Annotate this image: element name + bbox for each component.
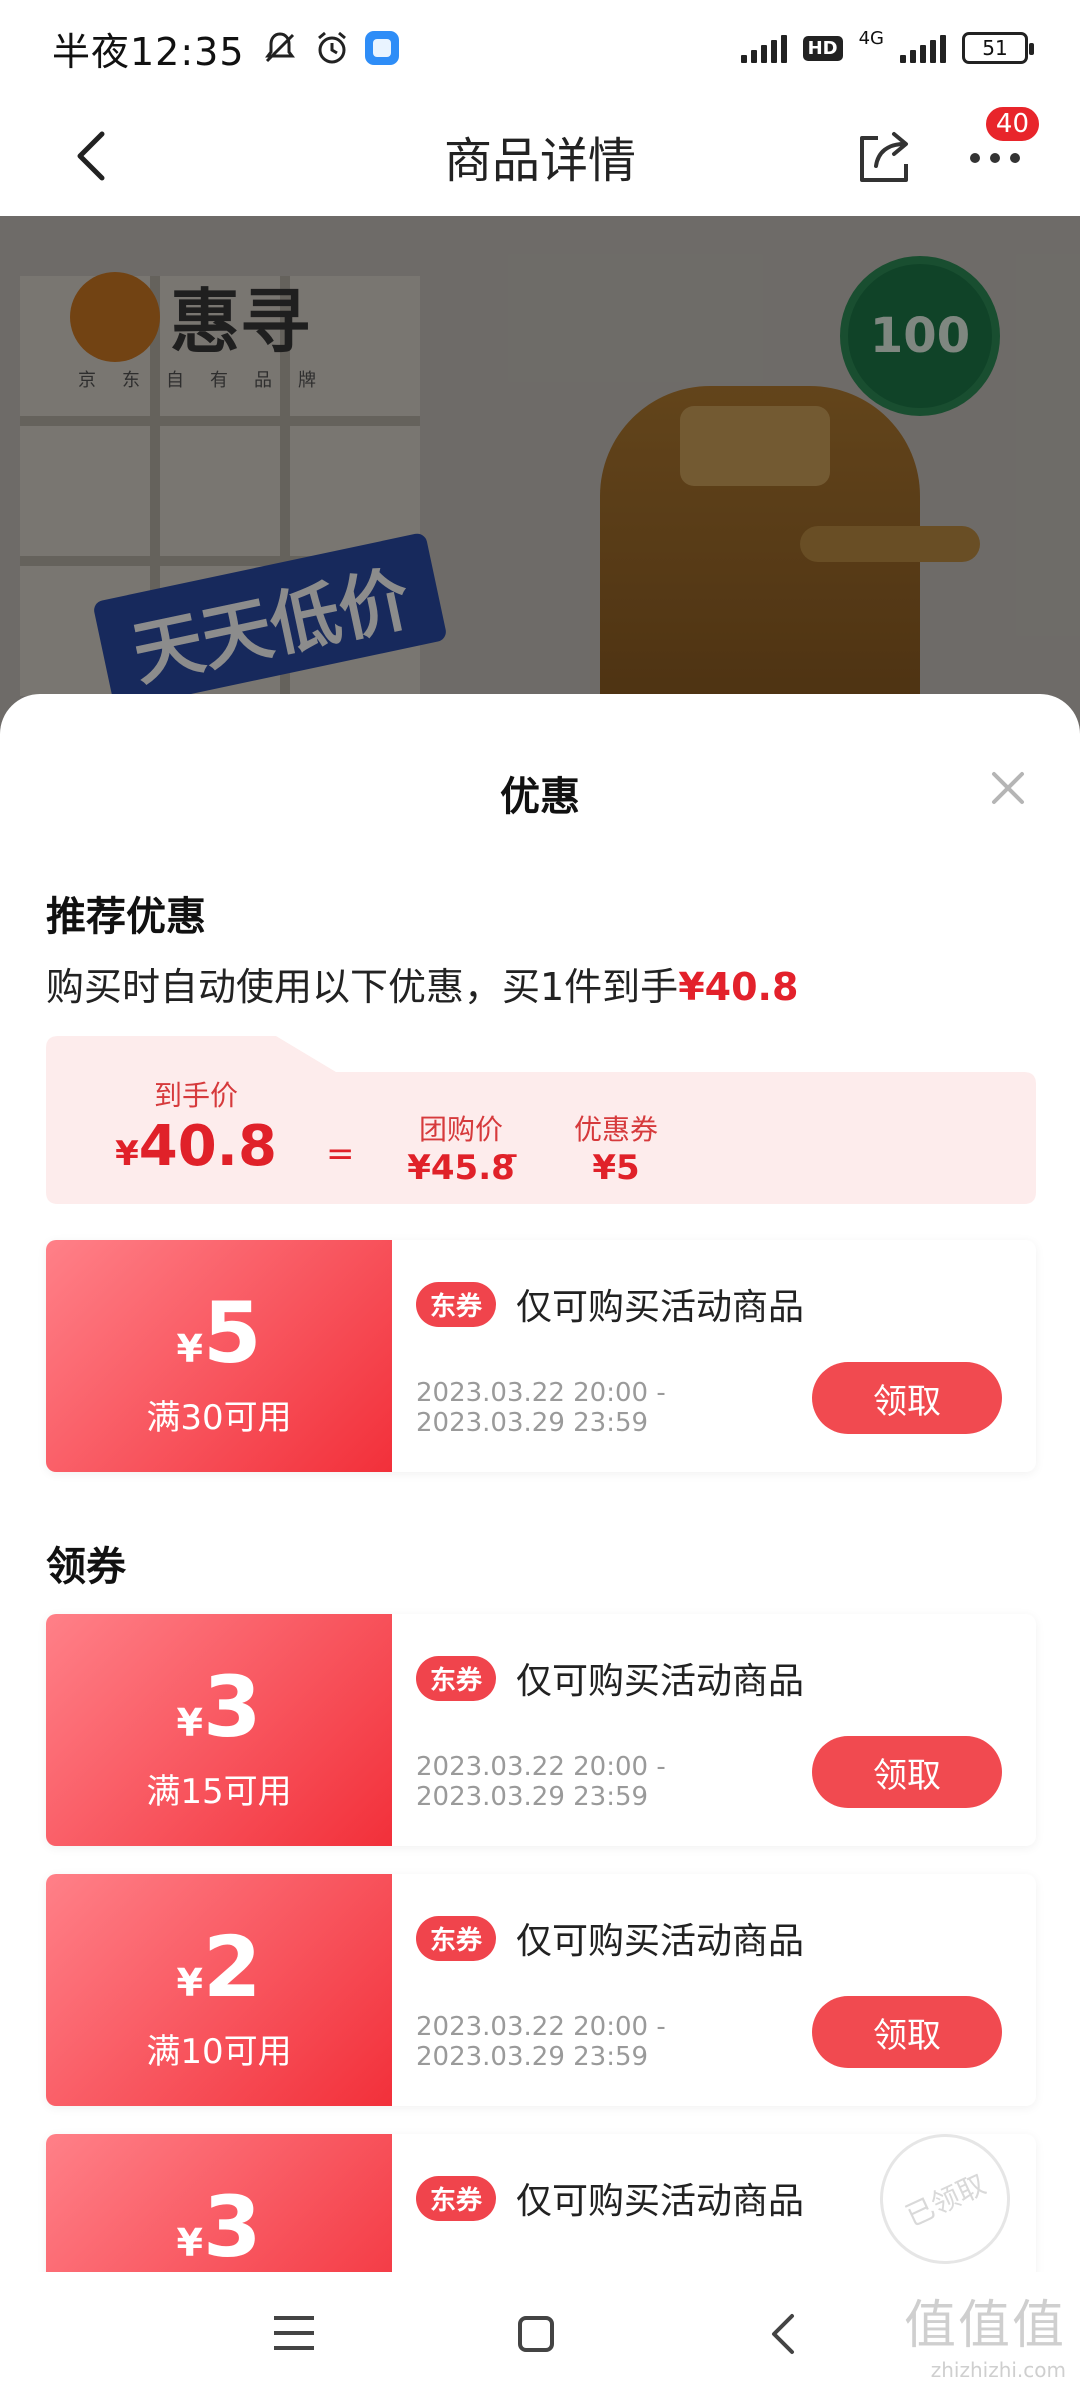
coupon-date: 2023.03.22 20:00 - 2023.03.29 23:59 (416, 1752, 666, 1812)
battery-icon: 51 (962, 32, 1034, 64)
coupon-value: 5 (203, 1284, 262, 1382)
coupon-amount: ¥2 (46, 1918, 392, 2016)
coupon-condition: 满15可用 (146, 1772, 292, 1812)
more-dot-icon (990, 153, 1000, 163)
coupon-amount-panel: ¥2 满10可用 (46, 1874, 392, 2106)
coupon-value: 2 (203, 1918, 262, 2016)
claim-button[interactable]: 领取 (812, 1736, 1002, 1808)
coupon-desc: 仅可购买活动商品 (516, 1287, 805, 1328)
group-price-value: ¥45.8 (407, 1148, 515, 1188)
recommend-desc-price: ¥40.8 (678, 965, 799, 1009)
coupon-date: 2023.03.22 20:00 - 2023.03.29 23:59 (416, 2012, 666, 2072)
coupon-discount-value: ¥5 (592, 1148, 640, 1188)
menu-line-icon (274, 2346, 314, 2350)
menu-line-icon (274, 2331, 314, 2335)
final-price: 到手价 ¥40.8 (86, 1074, 306, 1179)
watermark-site: zhizhizhi.com (930, 2358, 1066, 2382)
coupon-value: 3 (203, 1658, 262, 1756)
coupon-card: ¥5 满30可用 东券 仅可购买活动商品 2023.03.22 20:00 - … (46, 1240, 1036, 1472)
coupon-desc: 仅可购买活动商品 (516, 1921, 805, 1962)
price-breakdown: 到手价 ¥40.8 = 团购价 ¥45.8 - 优惠券 ¥5 (46, 1036, 1036, 1204)
recent-apps-button[interactable] (274, 2316, 314, 2350)
coupon-amount-panel: ¥3 (46, 2134, 392, 2272)
network-type: 4G (858, 27, 884, 49)
coupon-desc: 仅可购买活动商品 (516, 2181, 805, 2222)
recommend-desc-text: 购买时自动使用以下优惠，买1件到手 (46, 965, 679, 1009)
coupon-currency: ¥ (176, 1961, 203, 2005)
more-dot-icon (1010, 153, 1020, 163)
product-image: 惠寻 京东自有品牌 100 天天低价 (0, 216, 1080, 736)
chevron-left-icon (77, 131, 105, 181)
claim-section-title: 领券 (46, 1544, 126, 1590)
home-button[interactable] (518, 2316, 554, 2352)
system-back-button[interactable] (764, 2312, 804, 2356)
share-icon (860, 132, 908, 182)
coupon-card: ¥3 满15可用 东券 仅可购买活动商品 2023.03.22 20:00 - … (46, 1614, 1036, 1846)
coupon-amount: ¥3 (46, 1658, 392, 1756)
minus-sign: - (506, 1134, 519, 1174)
notification-badge: 40 (982, 104, 1042, 144)
coupon-date: 2023.03.22 20:00 - 2023.03.29 23:59 (416, 1378, 666, 1438)
status-bar: 半夜12:35 HD 4G 51 (0, 0, 1080, 96)
final-price-value: ¥40.8 (86, 1114, 306, 1179)
coupon-desc: 仅可购买活动商品 (516, 1661, 805, 1702)
coupon-tag: 东券 (416, 2176, 497, 2221)
recommend-desc: 购买时自动使用以下优惠，买1件到手¥40.8 (46, 956, 798, 1011)
hd-icon: HD (802, 35, 843, 61)
close-button[interactable] (980, 760, 1036, 816)
coupon-amount: ¥5 (46, 1284, 392, 1382)
page-title: 商品详情 (443, 133, 636, 189)
chevron-left-icon (772, 2314, 794, 2354)
menu-line-icon (274, 2316, 314, 2320)
coupon-condition: 满10可用 (146, 2032, 292, 2072)
alarm-clock-icon (317, 31, 346, 64)
coupon-amount-panel: ¥3 满15可用 (46, 1614, 392, 1846)
coupon-tag: 东券 (416, 1656, 497, 1701)
coupon-card: ¥2 满10可用 东券 仅可购买活动商品 2023.03.22 20:00 - … (46, 1874, 1036, 2106)
status-time: 半夜12:35 (52, 29, 245, 74)
coupon-currency: ¥ (176, 1327, 203, 1371)
overlay-mask[interactable] (0, 216, 1080, 736)
final-price-number: 40.8 (138, 1114, 277, 1179)
coupon-currency: ¥ (176, 2221, 203, 2265)
status-left-icons (261, 29, 399, 67)
coupon-amount: ¥3 (46, 2178, 392, 2272)
sheet-title: 优惠 (500, 774, 580, 820)
coupon-discount-label: 优惠券 (573, 1113, 658, 1146)
coupon-discount: 优惠券 ¥5 (546, 1108, 686, 1188)
coupon-value: 3 (203, 2178, 262, 2272)
coupon-tag: 东券 (416, 1916, 497, 1961)
group-price: 团购价 ¥45.8 (376, 1108, 546, 1188)
signal-icon (740, 33, 787, 63)
signal-icon-2 (900, 33, 946, 63)
discount-sheet: 优惠 推荐优惠 购买时自动使用以下优惠，买1件到手¥40.8 到手价 ¥40.8… (0, 694, 1080, 2272)
close-icon (992, 772, 1024, 804)
equals-sign: = (326, 1134, 355, 1174)
coupon-currency: ¥ (176, 1701, 203, 1745)
claim-button[interactable]: 领取 (812, 1996, 1002, 2068)
coupon-condition: 满30可用 (146, 1398, 292, 1438)
claim-button[interactable]: 领取 (812, 1362, 1002, 1434)
group-price-label: 团购价 (418, 1113, 503, 1146)
app-notification-icon (364, 31, 399, 65)
coupon-amount-panel: ¥5 满30可用 (46, 1240, 392, 1472)
status-right-icons: HD 4G 51 (740, 28, 1034, 64)
mute-bell-icon (264, 32, 295, 63)
system-nav-bar: 值值值 zhizhizhi.com (0, 2272, 1080, 2400)
watermark-chars: 值值值 (903, 2296, 1066, 2356)
more-dot-icon (970, 153, 980, 163)
watermark: 值值值 zhizhizhi.com (904, 2283, 1066, 2382)
page-header: 商品详情 (0, 96, 1080, 216)
share-button[interactable] (848, 122, 920, 194)
recommend-title: 推荐优惠 (46, 894, 206, 940)
final-price-label: 到手价 (153, 1079, 238, 1112)
final-price-currency: ¥ (115, 1134, 139, 1174)
coupon-tag: 东券 (416, 1282, 497, 1327)
back-button[interactable] (56, 120, 128, 192)
